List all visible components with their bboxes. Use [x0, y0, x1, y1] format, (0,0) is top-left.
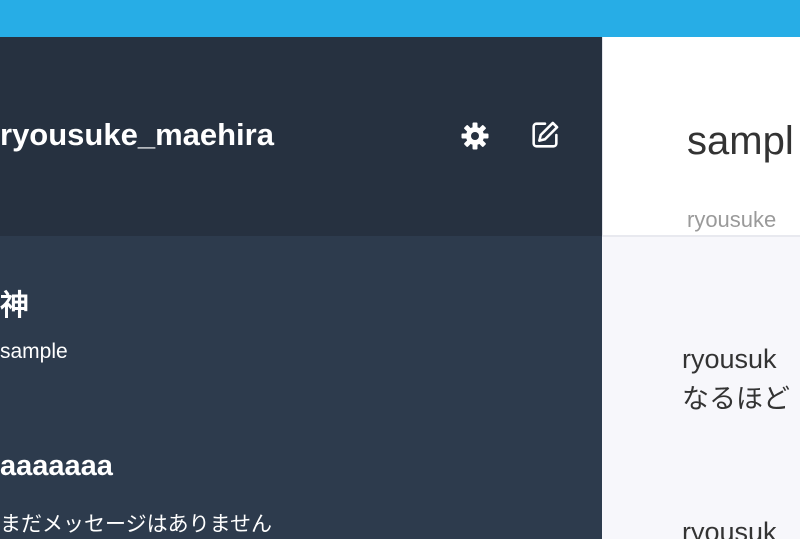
room-item[interactable]: 神 sample [0, 236, 602, 396]
sidebar-header: ryousuke_maehira [0, 37, 602, 236]
gear-icon [461, 122, 489, 150]
message-text: なるほど [682, 384, 790, 414]
room-title: sampl [687, 119, 794, 163]
room-name: aaaaaaa [0, 450, 113, 482]
message: ryousuk [682, 512, 777, 539]
chat-main: sampl ryousuke ryousuk なるほど ryousuk [602, 37, 800, 539]
room-item[interactable]: aaaaaaa まだメッセージはありません [0, 396, 602, 539]
message: ryousuk なるほど [682, 339, 790, 419]
compose-button[interactable] [527, 117, 563, 153]
message-author: ryousuk [682, 517, 777, 539]
compose-icon [532, 121, 559, 148]
sidebar: ryousuke_maehira 神 sample aaaaaaa まだメッセー… [0, 37, 602, 539]
room-name: 神 [0, 290, 30, 322]
username: ryousuke_maehira [0, 117, 274, 152]
chat-header: sampl ryousuke [602, 37, 800, 237]
settings-button[interactable] [457, 118, 493, 154]
top-bar [0, 0, 800, 37]
message-author: ryousuk [682, 344, 777, 374]
room-owner: ryousuke [687, 207, 777, 232]
room-last-message: sample [0, 340, 68, 363]
room-last-message: まだメッセージはありません [0, 513, 272, 536]
